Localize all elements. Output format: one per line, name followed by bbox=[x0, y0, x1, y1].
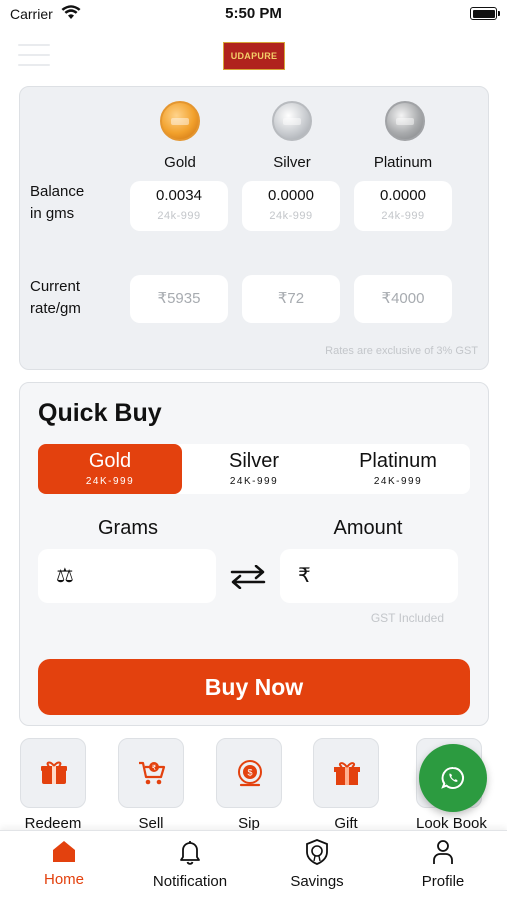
logo-text: UDAPURE bbox=[230, 51, 278, 61]
sell-tile[interactable]: ₹ bbox=[118, 738, 184, 808]
metal-selector: Gold 24K-999 Silver 24K-999 Platinum 24K… bbox=[38, 444, 470, 494]
gift-icon bbox=[334, 762, 360, 785]
tab-home-label: Home bbox=[43, 871, 84, 888]
action-sell[interactable]: ₹ Sell bbox=[118, 738, 184, 832]
menu-icon[interactable] bbox=[18, 44, 50, 66]
metal-name-platinum: Platinum bbox=[373, 154, 433, 171]
tab-platinum[interactable]: Platinum 24K-999 bbox=[326, 444, 470, 494]
tab-silver-purity: 24K-999 bbox=[229, 476, 279, 487]
gold-balance-value: 0.0034 bbox=[156, 187, 202, 204]
tab-platinum-purity: 24K-999 bbox=[373, 476, 423, 487]
silver-balance-box: 0.0000 24k-999 bbox=[242, 181, 340, 231]
tab-savings[interactable]: Savings bbox=[257, 839, 377, 890]
balance-label-line2: in gms bbox=[30, 205, 75, 222]
svg-text:$: $ bbox=[247, 768, 252, 778]
redeem-icon bbox=[41, 761, 67, 784]
brand-logo: UDAPURE bbox=[223, 42, 285, 70]
gst-exclusive-note: Rates are exclusive of 3% GST bbox=[325, 345, 478, 357]
rate-label-line1: Current bbox=[30, 278, 81, 295]
amount-input[interactable]: ₹ bbox=[280, 549, 458, 603]
clock: 5:50 PM bbox=[225, 5, 282, 22]
tab-silver[interactable]: Silver 24K-999 bbox=[182, 444, 326, 494]
bell-icon bbox=[180, 841, 200, 865]
quick-buy-card: Quick Buy Gold 24K-999 Silver 24K-999 Pl… bbox=[19, 382, 489, 726]
platinum-rate-box: ₹4000 bbox=[354, 275, 452, 323]
gold-rate-box: ₹5935 bbox=[130, 275, 228, 323]
gold-balance-purity: 24k-999 bbox=[157, 210, 201, 222]
platinum-balance-box: 0.0000 24k-999 bbox=[354, 181, 452, 231]
amount-label: Amount bbox=[333, 517, 403, 539]
home-icon bbox=[53, 841, 75, 862]
tab-profile-label: Profile bbox=[421, 873, 465, 890]
person-icon bbox=[433, 840, 453, 864]
balance-label-line1: Balance bbox=[30, 183, 85, 200]
silver-balance-value: 0.0000 bbox=[268, 187, 314, 204]
action-sip[interactable]: $ Sip bbox=[216, 738, 282, 832]
grams-label: Grams bbox=[98, 517, 158, 539]
redeem-tile[interactable] bbox=[20, 738, 86, 808]
silver-coin-icon bbox=[272, 101, 312, 141]
whatsapp-button[interactable] bbox=[419, 744, 487, 812]
rupee-icon: ₹ bbox=[298, 565, 311, 587]
tab-gold-purity: 24K-999 bbox=[85, 476, 135, 487]
cart-icon: ₹ bbox=[139, 761, 166, 785]
gold-coin-icon bbox=[160, 101, 200, 141]
buy-now-button[interactable]: Buy Now bbox=[38, 659, 470, 715]
tab-profile[interactable]: Profile bbox=[383, 839, 503, 890]
quick-buy-title: Quick Buy bbox=[38, 399, 162, 427]
gst-included-note: GST Included bbox=[370, 611, 444, 625]
scale-icon: ⚖ bbox=[56, 565, 74, 587]
metal-name-gold: Gold bbox=[164, 154, 196, 171]
status-bar: Carrier 5:50 PM bbox=[0, 0, 507, 30]
gift-tile[interactable] bbox=[313, 738, 379, 808]
top-bar: UDAPURE bbox=[0, 34, 507, 80]
savings-icon bbox=[306, 839, 328, 865]
battery-icon bbox=[470, 7, 500, 20]
silver-rate-box: ₹72 bbox=[242, 275, 340, 323]
sip-icon: $ bbox=[238, 760, 262, 787]
sip-tile[interactable]: $ bbox=[216, 738, 282, 808]
silver-balance-purity: 24k-999 bbox=[269, 210, 313, 222]
grams-input[interactable]: ⚖ bbox=[38, 549, 216, 603]
rate-label: Current rate/gm bbox=[30, 276, 81, 320]
metal-name-silver: Silver bbox=[273, 154, 311, 171]
bottom-tab-bar: Home Notification Savings Profile bbox=[0, 830, 507, 900]
platinum-balance-purity: 24k-999 bbox=[381, 210, 425, 222]
tab-home[interactable]: Home bbox=[4, 839, 124, 888]
gold-balance-box: 0.0034 24k-999 bbox=[130, 181, 228, 231]
rate-label-line2: rate/gm bbox=[30, 300, 81, 317]
action-gift[interactable]: Gift bbox=[313, 738, 379, 832]
tab-gold-label: Gold bbox=[88, 450, 132, 472]
tab-notification[interactable]: Notification bbox=[130, 839, 250, 890]
tab-notification-label: Notification bbox=[152, 873, 228, 890]
balance-card: Gold Silver Platinum Balance in gms 0.00… bbox=[19, 86, 489, 370]
platinum-coin-icon bbox=[385, 101, 425, 141]
whatsapp-icon bbox=[441, 766, 464, 789]
swap-icon[interactable] bbox=[230, 564, 266, 590]
tab-savings-label: Savings bbox=[290, 873, 344, 890]
svg-text:₹: ₹ bbox=[152, 764, 157, 772]
tab-platinum-label: Platinum bbox=[359, 450, 437, 472]
balance-label: Balance in gms bbox=[30, 181, 84, 225]
tab-silver-label: Silver bbox=[228, 450, 279, 472]
action-redeem[interactable]: Redeem bbox=[20, 738, 86, 832]
tab-gold[interactable]: Gold 24K-999 bbox=[38, 444, 182, 494]
platinum-balance-value: 0.0000 bbox=[380, 187, 426, 204]
